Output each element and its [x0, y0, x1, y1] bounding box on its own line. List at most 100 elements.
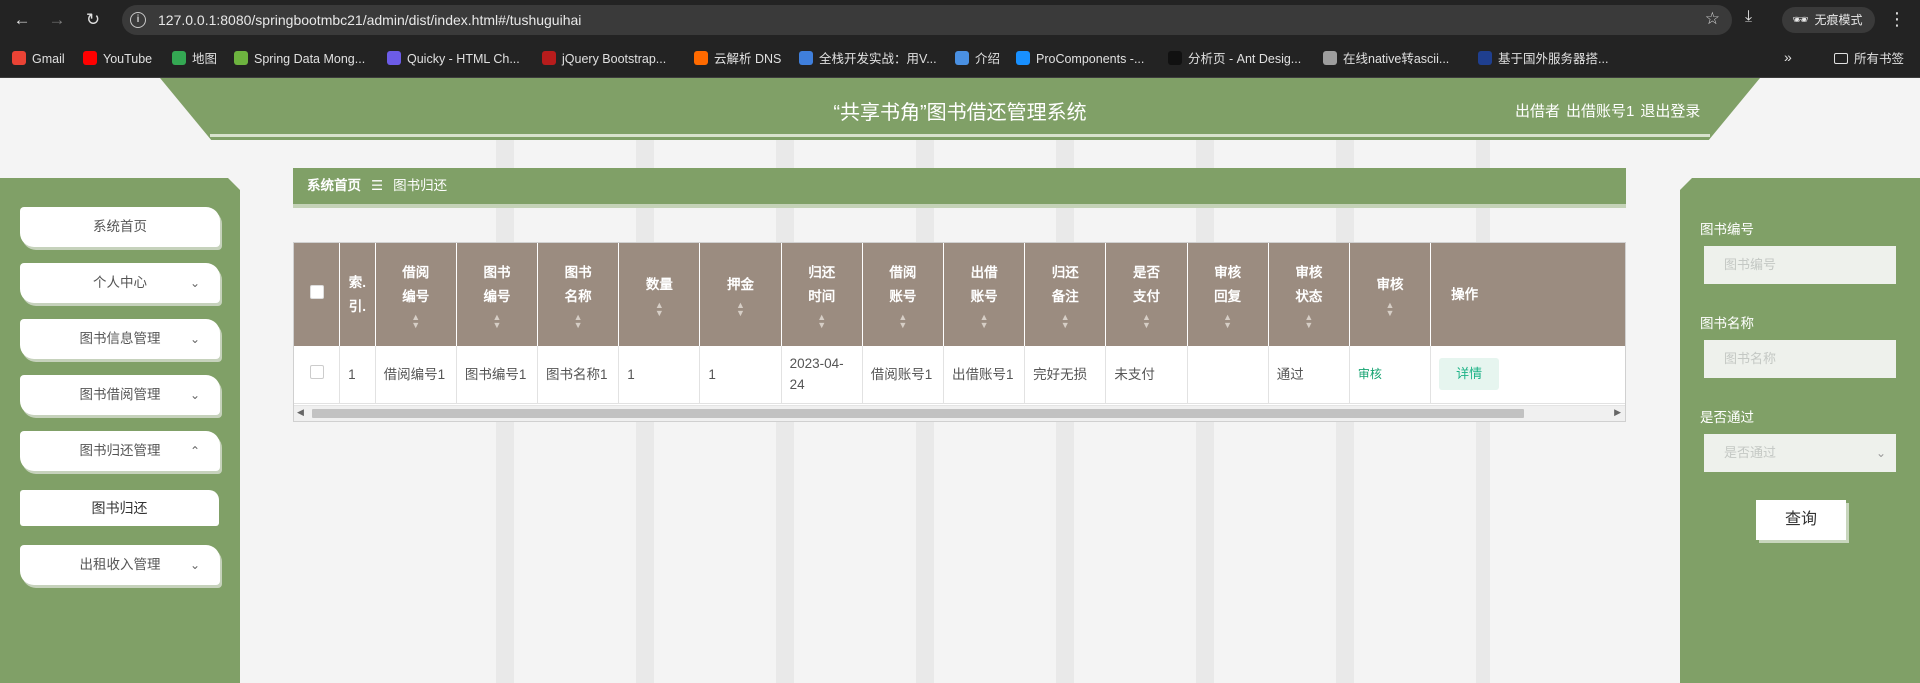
table-row: 1 借阅编号1 图书编号1 图书名称1 1 1 2023-04-24 借阅账号1…	[294, 346, 1625, 404]
m-icon	[799, 51, 813, 65]
audit-link[interactable]: 审核	[1358, 367, 1382, 381]
more-menu-icon[interactable]: ⋮	[1888, 8, 1906, 30]
site-info-icon[interactable]: i	[130, 12, 146, 28]
scrollbar-thumb[interactable]	[312, 409, 1524, 418]
breadcrumb-current: 图书归还	[393, 178, 448, 193]
scroll-right-icon[interactable]: ▶	[1614, 407, 1621, 418]
bookmark-label: ProComponents -...	[1036, 52, 1145, 66]
book-no-label: 图书编号	[1700, 222, 1754, 237]
bookmark-server[interactable]: 基于国外服务器搭...	[1478, 49, 1608, 69]
sidebar-item-home[interactable]: 系统首页	[20, 207, 220, 247]
url-text: 127.0.0.1:8080/springbootmbc21/admin/dis…	[158, 12, 582, 28]
bookmark-procomponents[interactable]: ProComponents -...	[1016, 49, 1144, 69]
column-header[interactable]: 数量 ▲ ▼	[618, 243, 701, 346]
bookmark-intro[interactable]: 介绍	[955, 49, 1000, 69]
breadcrumb-separator-icon: ☰	[371, 178, 384, 193]
chevron-down-icon: ⌄	[1875, 446, 1886, 460]
browser-toolbar: ← → ↻ i 127.0.0.1:8080/springbootmbc21/a…	[0, 0, 1920, 40]
bookmark-quicky[interactable]: Quicky - HTML Ch...	[387, 49, 520, 69]
sort-icon[interactable]: ▲ ▼	[1106, 312, 1186, 329]
detail-button[interactable]: 详情	[1439, 358, 1500, 391]
row-checkbox[interactable]	[309, 364, 324, 379]
table-cell: 借阅编号1	[375, 346, 457, 404]
all-bookmarks[interactable]: 所有书签	[1834, 49, 1904, 69]
sort-icon[interactable]: ▲ ▼	[782, 312, 862, 329]
column-header[interactable]: 是否 支付 ▲ ▼	[1105, 243, 1188, 346]
bookmark-label: 在线native转ascii...	[1343, 52, 1450, 66]
bookmark-antdesign[interactable]: 分析页 - Ant Desig...	[1168, 49, 1301, 69]
bookmarks-overflow-icon[interactable]: »	[1784, 49, 1792, 65]
sidebar-subitem-book-return[interactable]: 图书归还	[20, 490, 219, 526]
table-cell	[1187, 346, 1269, 404]
reload-icon[interactable]: ↻	[82, 9, 104, 31]
sort-icon[interactable]: ▲ ▼	[376, 312, 456, 329]
query-button[interactable]: 查询	[1756, 500, 1846, 540]
column-header[interactable]: 出借 账号 ▲ ▼	[943, 243, 1026, 346]
sort-icon[interactable]: ▲ ▼	[619, 300, 699, 317]
column-header[interactable]: 审核 回复 ▲ ▼	[1187, 243, 1269, 346]
chevron-up-icon: ⌃	[189, 444, 200, 458]
sort-icon[interactable]: ▲ ▼	[1350, 300, 1430, 317]
book-name-input[interactable]: 图书名称	[1704, 340, 1896, 378]
bookmark-label: 介绍	[975, 52, 1001, 66]
bookmark-dns[interactable]: 云解析 DNS	[694, 49, 781, 69]
sort-icon[interactable]: ▲ ▼	[1025, 312, 1105, 329]
bookmark-spring[interactable]: Spring Data Mong...	[234, 49, 365, 69]
book-no-input[interactable]: 图书编号	[1704, 246, 1896, 284]
maps-icon	[172, 51, 186, 65]
sort-icon[interactable]: ▲ ▼	[538, 312, 618, 329]
column-header: 索. 引.	[339, 243, 376, 346]
table-cell: 未支付	[1105, 346, 1188, 404]
bookmark-label: Gmail	[32, 52, 65, 66]
forward-arrow-icon[interactable]: →	[46, 9, 68, 31]
logout-link[interactable]: 退出登录	[1640, 103, 1700, 120]
breadcrumb-home[interactable]: 系统首页	[307, 178, 361, 193]
sort-icon[interactable]: ▲ ▼	[863, 312, 943, 329]
sort-icon[interactable]: ▲ ▼	[1269, 312, 1349, 329]
column-header[interactable]: 审核 状态 ▲ ▼	[1268, 243, 1350, 346]
globe-icon	[1323, 51, 1337, 65]
back-arrow-icon[interactable]: ←	[11, 9, 33, 31]
sort-icon[interactable]: ▲ ▼	[700, 300, 780, 317]
sidebar-item-label: 个人中心	[93, 275, 147, 290]
download-icon[interactable]: ⤓	[1745, 8, 1752, 26]
sort-icon[interactable]: ▲ ▼	[1188, 312, 1268, 329]
column-header[interactable]: 借阅 账号 ▲ ▼	[862, 243, 944, 346]
bookmark-maps[interactable]: 地图	[172, 49, 217, 69]
bookmark-native-ascii[interactable]: 在线native转ascii...	[1323, 49, 1449, 69]
row-select-cell	[294, 346, 341, 404]
sidebar-item-rental-income[interactable]: 出租收入管理 ⌄	[20, 545, 220, 585]
column-header[interactable]: 归还 时间 ▲ ▼	[781, 243, 863, 346]
sort-icon[interactable]: ▲ ▼	[944, 312, 1024, 329]
sidebar-item-book-borrow[interactable]: 图书借阅管理 ⌄	[20, 375, 220, 415]
column-header[interactable]: 借阅 编号 ▲ ▼	[375, 243, 457, 346]
column-header[interactable]: 图书 名称 ▲ ▼	[537, 243, 620, 346]
bookmark-fullstack[interactable]: 全栈开发实战：用V...	[799, 49, 937, 69]
bookmark-youtube[interactable]: YouTube	[83, 49, 152, 69]
column-header[interactable]: 押金 ▲ ▼	[699, 243, 782, 346]
column-header[interactable]: 归还 备注 ▲ ▼	[1024, 243, 1107, 346]
sidebar: 系统首页 个人中心 ⌄ 图书信息管理 ⌄ 图书借阅管理 ⌄ 图书归还管理 ⌃ 图书归还 …	[0, 178, 240, 683]
bookmark-star-icon[interactable]: ☆	[1705, 9, 1720, 29]
bookmark-gmail[interactable]: Gmail	[12, 49, 65, 69]
sidebar-item-label: 图书借阅管理	[79, 387, 161, 402]
bookmark-jquery[interactable]: jQuery Bootstrap...	[542, 49, 666, 69]
approved-select[interactable]: 是否通过 ⌄	[1704, 434, 1896, 472]
sidebar-item-book-return[interactable]: 图书归还管理 ⌃	[20, 431, 220, 471]
chevron-down-icon: ⌄	[189, 558, 200, 572]
all-bookmarks-label: 所有书签	[1854, 52, 1905, 66]
address-bar[interactable]: i 127.0.0.1:8080/springbootmbc21/admin/d…	[122, 5, 1732, 35]
intro-icon	[955, 51, 969, 65]
sidebar-item-profile[interactable]: 个人中心 ⌄	[20, 263, 220, 303]
sort-icon[interactable]: ▲ ▼	[457, 312, 537, 329]
column-header[interactable]: 图书 编号 ▲ ▼	[456, 243, 539, 346]
select-all-checkbox[interactable]	[309, 284, 324, 299]
flag-icon	[1478, 51, 1492, 65]
column-header[interactable]: 审核 ▲ ▼	[1349, 243, 1432, 346]
scroll-left-icon[interactable]: ◀	[297, 407, 304, 418]
sidebar-item-label: 图书归还管理	[79, 443, 161, 458]
sidebar-item-label: 系统首页	[93, 219, 147, 234]
horizontal-scrollbar[interactable]: ◀ ▶	[294, 405, 1625, 421]
sidebar-item-book-info[interactable]: 图书信息管理 ⌄	[20, 319, 220, 359]
incognito-badge[interactable]: 🕶 无痕模式	[1782, 7, 1875, 33]
